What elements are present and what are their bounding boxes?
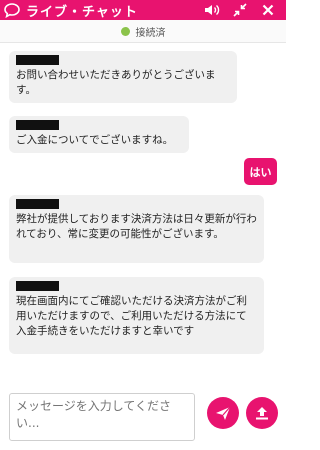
close-button[interactable] bbox=[254, 0, 282, 20]
collapse-icon bbox=[233, 3, 247, 17]
message-bubble-agent: お問い合わせいただきありがとうございます。 bbox=[9, 51, 237, 103]
message-text: はい bbox=[249, 165, 272, 179]
status-label: 接続済 bbox=[135, 27, 166, 39]
minimize-button[interactable] bbox=[226, 0, 254, 20]
message-bubble-agent: 現在画面内にてご確認いただける決済方法がご利用いただけますので、ご利用いただける… bbox=[9, 277, 264, 354]
send-icon bbox=[216, 406, 231, 420]
message-text: ご入金についてでございますね。 bbox=[16, 134, 174, 146]
message-input[interactable] bbox=[9, 393, 195, 441]
message-composer bbox=[0, 385, 286, 450]
redacted-agent-name bbox=[16, 281, 59, 291]
chat-title: ライブ・チャット bbox=[26, 4, 138, 20]
message-text: 現在画面内にてご確認いただける決済方法がご利用いただけますので、ご利用いただける… bbox=[16, 295, 247, 337]
redacted-agent-name bbox=[16, 199, 59, 209]
upload-icon bbox=[256, 407, 268, 420]
connection-status: 接続済 bbox=[0, 20, 286, 43]
message-text: お問い合わせいただきありがとうございます。 bbox=[16, 69, 216, 96]
chat-bubble-icon bbox=[4, 3, 20, 18]
speaker-icon bbox=[205, 4, 220, 16]
close-icon bbox=[262, 4, 274, 16]
header-controls bbox=[198, 0, 282, 20]
sound-button[interactable] bbox=[198, 0, 226, 20]
redacted-agent-name bbox=[16, 120, 59, 130]
upload-button[interactable] bbox=[246, 397, 278, 429]
status-dot-icon bbox=[120, 26, 130, 36]
redacted-agent-name bbox=[16, 55, 59, 65]
message-bubble-user: はい bbox=[244, 158, 277, 185]
chat-header: ライブ・チャット bbox=[0, 0, 286, 20]
send-button[interactable] bbox=[207, 397, 239, 429]
message-text: 弊社が提供しております決済方法は日々更新が行われており、常に変更の可能性がござい… bbox=[16, 213, 257, 240]
message-bubble-agent: 弊社が提供しております決済方法は日々更新が行われており、常に変更の可能性がござい… bbox=[9, 195, 264, 263]
message-bubble-agent: ご入金についてでございますね。 bbox=[9, 116, 189, 153]
